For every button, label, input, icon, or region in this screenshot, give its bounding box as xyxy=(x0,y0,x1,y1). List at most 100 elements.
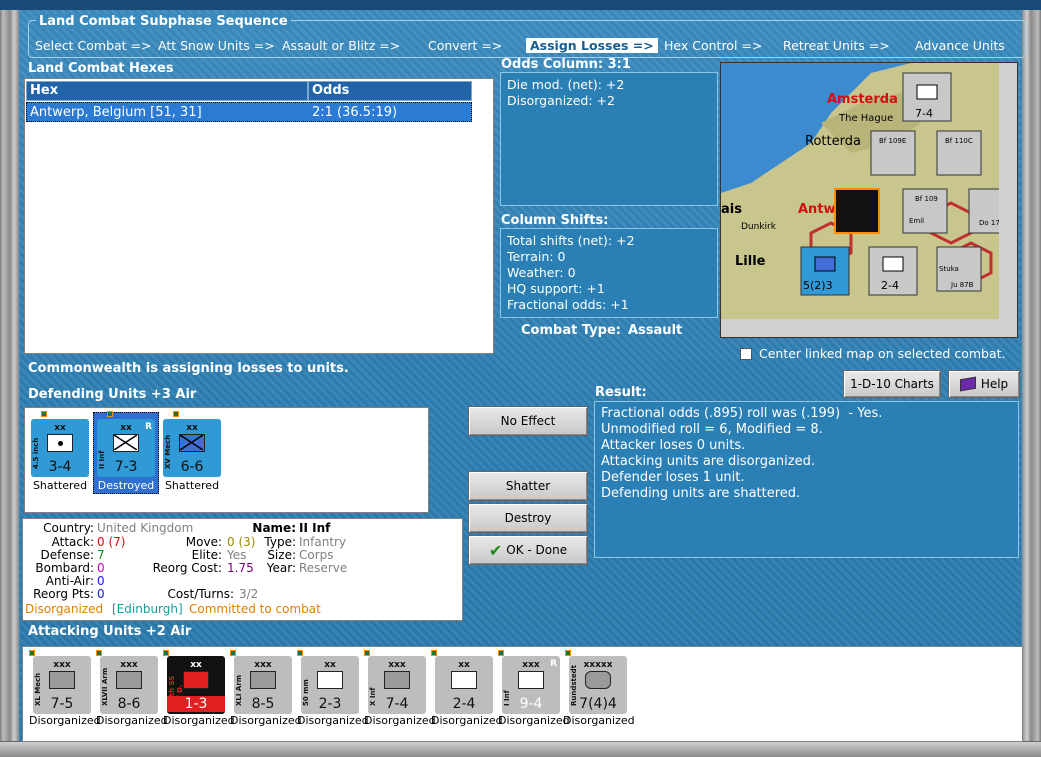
reorg-pts-value: 0 xyxy=(97,587,105,601)
attacking-unit[interactable]: xxx XLVII Arm 8-6 xyxy=(100,656,158,714)
unit-strength: 1-3 xyxy=(167,696,225,712)
committed-flag: Committed to combat xyxy=(189,602,321,616)
unit-size: xx xyxy=(458,660,470,670)
destroy-button[interactable]: Destroy xyxy=(468,503,588,533)
unit-strength: 9-4 xyxy=(519,696,543,712)
reserve-flag: R xyxy=(550,659,557,669)
reorg-cost-label: Reorg Cost: xyxy=(152,561,222,575)
attacking-unit[interactable]: xx 2-4 xyxy=(435,656,493,714)
defending-title: Defending Units +3 Air xyxy=(28,387,197,402)
unit-marker-icon xyxy=(297,650,303,656)
unit-strength: 8-6 xyxy=(117,696,141,712)
linked-map[interactable]: Amsterda The Hague Rotterda Antw Dunkirk… xyxy=(720,62,1018,338)
result-line: Defender loses 1 unit. xyxy=(601,470,745,485)
shift-line: Fractional odds: +1 xyxy=(507,297,629,312)
country-value: United Kingdom xyxy=(97,521,194,535)
seq-assault-blitz[interactable]: Assault or Blitz => xyxy=(282,38,400,53)
move-value: 0 (3) xyxy=(227,535,256,549)
unit-strength: 7-4 xyxy=(385,696,409,712)
elite-label: Elite: xyxy=(191,548,222,562)
attacking-unit[interactable]: xxx X Inf 7-4 xyxy=(368,656,426,714)
hex-list: Hex Odds Antwerp, Belgium [51, 31] 2:1 (… xyxy=(24,78,494,354)
bombard-label: Bombard: xyxy=(35,561,94,575)
reorg-pts-label: Reorg Pts: xyxy=(33,587,94,601)
map-label: Antw xyxy=(798,202,836,217)
shatter-button[interactable]: Shatter xyxy=(468,471,588,501)
infantry-symbol-icon xyxy=(113,434,139,452)
bombard-value: 0 xyxy=(97,561,105,575)
map-label: The Hague xyxy=(838,113,893,124)
unit-marker-icon xyxy=(163,650,169,656)
attacking-status: Disorganized xyxy=(364,714,436,727)
infantry-symbol-icon xyxy=(451,671,477,689)
type-value: Infantry xyxy=(299,535,347,549)
defending-status: Shattered xyxy=(164,479,220,492)
map-label: Emil xyxy=(909,217,924,225)
attacking-status: Disorganized xyxy=(498,714,570,727)
unit-marker-icon xyxy=(173,411,179,417)
result-title: Result: xyxy=(595,385,647,400)
map-label: Bf 109 xyxy=(915,195,938,203)
unit-marker-icon xyxy=(565,650,571,656)
unit-strength: 7(4)4 xyxy=(579,696,617,712)
cost-turns-value: 3/2 xyxy=(239,587,259,601)
attacking-status: Disorganized xyxy=(163,714,235,727)
defending-unit-xv-mech[interactable]: xx XV Mech 6-6 xyxy=(163,419,221,477)
defending-unit-4-5-inch[interactable]: xx 4.5 inch 3-4 xyxy=(31,419,89,477)
map-label: Bf 110C xyxy=(945,137,973,145)
attacking-unit[interactable]: xx 50 mm 2-3 xyxy=(301,656,359,714)
shift-line: Terrain: 0 xyxy=(507,249,566,264)
map-label: Do 17 xyxy=(979,219,1000,227)
mech-symbol-icon xyxy=(179,434,205,452)
seq-assign-losses[interactable]: Assign Losses => xyxy=(526,38,658,53)
seq-att-snow-units[interactable]: Att Snow Units => xyxy=(158,38,275,53)
unit-strength: 2-4 xyxy=(452,696,476,712)
help-button[interactable]: Help xyxy=(948,370,1020,398)
charts-button[interactable]: 1-D-10 Charts xyxy=(843,370,941,398)
ok-done-button[interactable]: ✔ OK - Done xyxy=(468,535,588,565)
unit-marker-icon xyxy=(29,650,35,656)
attacking-status: Disorganized xyxy=(431,714,503,727)
attacking-status: Disorganized xyxy=(563,714,635,727)
col-hex-header[interactable]: Hex xyxy=(26,81,308,101)
attacking-status: Disorganized xyxy=(297,714,369,727)
seq-select-combat[interactable]: Select Combat => xyxy=(35,38,152,53)
attacking-unit[interactable]: xxx XL Mech 7-5 xyxy=(33,656,91,714)
center-map-checkbox[interactable] xyxy=(740,348,752,360)
odds-cell: 2:1 (36.5:19) xyxy=(312,105,398,120)
attacking-unit[interactable]: xxxxx Rundstedt 7(4)4 xyxy=(569,656,627,714)
unit-strength: 8-5 xyxy=(251,696,275,712)
attacking-unit[interactable]: xx 14th SS Inf D. 1-3 xyxy=(167,656,225,714)
disorganized-flag: Disorganized xyxy=(25,602,104,616)
artillery-symbol-icon xyxy=(47,434,73,452)
hex-row[interactable]: Antwerp, Belgium [51, 31] 2:1 (36.5:19) xyxy=(26,102,472,122)
result-line: Defending units are shattered. xyxy=(601,486,801,501)
attacking-unit[interactable]: xxx I Inf R 9-4 xyxy=(502,656,560,714)
shift-line: Weather: 0 xyxy=(507,265,576,280)
infantry-symbol-icon xyxy=(384,671,410,689)
center-map-label: Center linked map on selected combat. xyxy=(759,346,1006,361)
map-label: Stuka xyxy=(939,265,959,273)
map-label: ais xyxy=(721,202,742,217)
col-odds-header[interactable]: Odds xyxy=(308,81,472,101)
reserve-flag: R xyxy=(145,422,152,432)
result-line: Attacker loses 0 units. xyxy=(601,438,746,453)
attacking-unit[interactable]: xxx XLI Arm 8-5 xyxy=(234,656,292,714)
shift-line: HQ support: +1 xyxy=(507,281,605,296)
unit-marker-icon xyxy=(107,411,113,417)
seq-retreat-units[interactable]: Retreat Units => xyxy=(783,38,890,53)
map-label: Bf 109E xyxy=(879,137,906,145)
map-label: Rotterda xyxy=(805,134,861,149)
map-stack-str: 5(2)3 xyxy=(803,279,833,292)
attacking-status: Disorganized xyxy=(96,714,168,727)
size-label: Size: xyxy=(267,548,296,562)
status-text: Commonwealth is assigning losses to unit… xyxy=(28,361,349,376)
defense-value: 7 xyxy=(97,548,105,562)
seq-advance-units[interactable]: Advance Units xyxy=(915,38,1005,53)
defending-unit-ii-inf[interactable]: xx II Inf R 7-3 xyxy=(97,419,155,477)
seq-convert[interactable]: Convert => xyxy=(428,38,502,53)
seq-hex-control[interactable]: Hex Control => xyxy=(664,38,762,53)
no-effect-button[interactable]: No Effect xyxy=(468,406,588,436)
unit-strength: 7-3 xyxy=(114,459,138,475)
defending-status: Destroyed xyxy=(97,479,155,492)
